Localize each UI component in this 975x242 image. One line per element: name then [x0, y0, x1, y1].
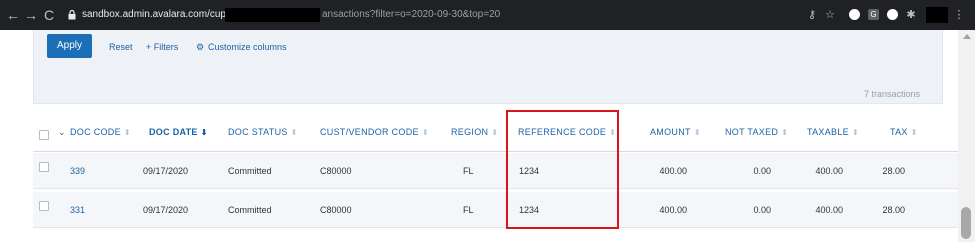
- extension-circle-icon[interactable]: [849, 9, 860, 20]
- select-all-checkbox[interactable]: [39, 130, 49, 140]
- column-header-region[interactable]: REGION ⬍: [451, 127, 498, 137]
- highlight-box: [506, 110, 619, 229]
- region-cell: FL: [463, 205, 474, 215]
- column-header-not-taxed[interactable]: NOT TAXED ⬍: [725, 127, 788, 137]
- column-header-doc-code[interactable]: DOC CODE ⬍: [70, 127, 131, 137]
- lock-icon: [68, 10, 76, 20]
- cust-vendor-cell: C80000: [320, 166, 352, 176]
- sort-desc-icon: ⬇: [200, 128, 208, 137]
- not-taxed-cell: 0.00: [753, 205, 771, 215]
- taxable-cell: 400.00: [815, 166, 843, 176]
- table-row[interactable]: 331 09/17/2020 Committed C80000 FL 1234 …: [33, 192, 958, 228]
- column-header-doc-status[interactable]: DOC STATUS ⬍: [228, 127, 298, 137]
- sort-icon: ⬍: [910, 128, 918, 137]
- extension-g-icon[interactable]: G: [868, 9, 879, 20]
- not-taxed-cell: 0.00: [753, 166, 771, 176]
- column-header-doc-date[interactable]: DOC DATE ⬇: [149, 127, 208, 137]
- taxable-cell: 400.00: [815, 205, 843, 215]
- column-header-taxable[interactable]: TAXABLE ⬍: [807, 127, 859, 137]
- sort-icon: ⬍: [491, 128, 499, 137]
- column-header-amount[interactable]: AMOUNT ⬍: [650, 127, 701, 137]
- amount-cell: 400.00: [659, 205, 687, 215]
- table-header: ⌄ DOC CODE ⬍ DOC DATE ⬇ DOC STATUS ⬍ CUST/V…: [33, 118, 958, 152]
- redacted-avatar: [926, 7, 948, 23]
- sort-icon: ⬍: [290, 128, 298, 137]
- sort-icon: ⬍: [693, 128, 701, 137]
- url-text: sandbox.admin.avalara.com/cup/a: [82, 9, 235, 20]
- row-checkbox[interactable]: [39, 162, 49, 172]
- filters-link[interactable]: + Filters: [146, 41, 178, 53]
- browser-toolbar: ← → C sandbox.admin.avalara.com/cup/a an…: [0, 0, 975, 30]
- customize-columns-link[interactable]: Customize columns: [208, 41, 287, 53]
- column-label: CUST/VENDOR CODE: [320, 127, 419, 137]
- scroll-up-arrow-icon[interactable]: [963, 34, 971, 39]
- tax-cell: 28.00: [882, 166, 905, 176]
- menu-icon[interactable]: ⋮: [953, 8, 965, 22]
- back-icon[interactable]: ←: [4, 6, 22, 24]
- chevron-down-icon[interactable]: ⌄: [58, 127, 66, 138]
- doc-code-link[interactable]: 339: [70, 166, 85, 176]
- puzzle-icon[interactable]: ✱: [905, 8, 917, 22]
- sort-icon: ⬍: [851, 128, 859, 137]
- doc-date-cell: 09/17/2020: [143, 166, 189, 176]
- column-label: TAXABLE: [807, 127, 849, 137]
- doc-date-cell: 09/17/2020: [143, 205, 189, 215]
- extension-dot-icon[interactable]: [887, 9, 898, 20]
- sort-icon: ⬍: [781, 128, 789, 137]
- column-label: NOT TAXED: [725, 127, 779, 137]
- column-label: TAX: [890, 127, 908, 137]
- amount-cell: 400.00: [659, 166, 687, 176]
- sort-icon: ⬍: [123, 128, 131, 137]
- sort-icon: ⬍: [421, 128, 429, 137]
- column-label: DOC CODE: [70, 127, 121, 137]
- apply-button[interactable]: Apply: [47, 34, 92, 58]
- column-label: DOC DATE: [149, 127, 198, 137]
- reset-link[interactable]: Reset: [109, 41, 133, 53]
- column-header-cust-vendor-code[interactable]: CUST/VENDOR CODE ⬍: [320, 127, 429, 137]
- reload-icon[interactable]: C: [40, 6, 58, 24]
- cust-vendor-cell: C80000: [320, 205, 352, 215]
- column-header-tax[interactable]: TAX ⬍: [890, 127, 918, 137]
- column-label: DOC STATUS: [228, 127, 288, 137]
- tax-cell: 28.00: [882, 205, 905, 215]
- doc-code-link[interactable]: 331: [70, 205, 85, 215]
- scrollbar-thumb[interactable]: [961, 207, 971, 239]
- star-icon[interactable]: ☆: [824, 8, 836, 22]
- transactions-table: ⌄ DOC CODE ⬍ DOC DATE ⬇ DOC STATUS ⬍ CUST/V…: [33, 118, 958, 242]
- row-checkbox[interactable]: [39, 201, 49, 211]
- key-icon[interactable]: ⚷: [806, 8, 818, 22]
- doc-status-cell: Committed: [228, 205, 272, 215]
- doc-status-cell: Committed: [228, 166, 272, 176]
- transactions-count: 7 transactions: [863, 89, 920, 99]
- column-label: AMOUNT: [650, 127, 691, 137]
- address-bar[interactable]: sandbox.admin.avalara.com/cup/a ansactio…: [60, 5, 800, 25]
- gear-icon: ⚙: [196, 42, 205, 52]
- url-text-tail: ansactions?filter=o=2020-09-30&top=20: [322, 9, 501, 20]
- redacted-block: [225, 8, 320, 22]
- column-label: REGION: [451, 127, 489, 137]
- region-cell: FL: [463, 166, 474, 176]
- forward-icon[interactable]: →: [22, 6, 40, 24]
- table-row[interactable]: 339 09/17/2020 Committed C80000 FL 1234 …: [33, 153, 958, 189]
